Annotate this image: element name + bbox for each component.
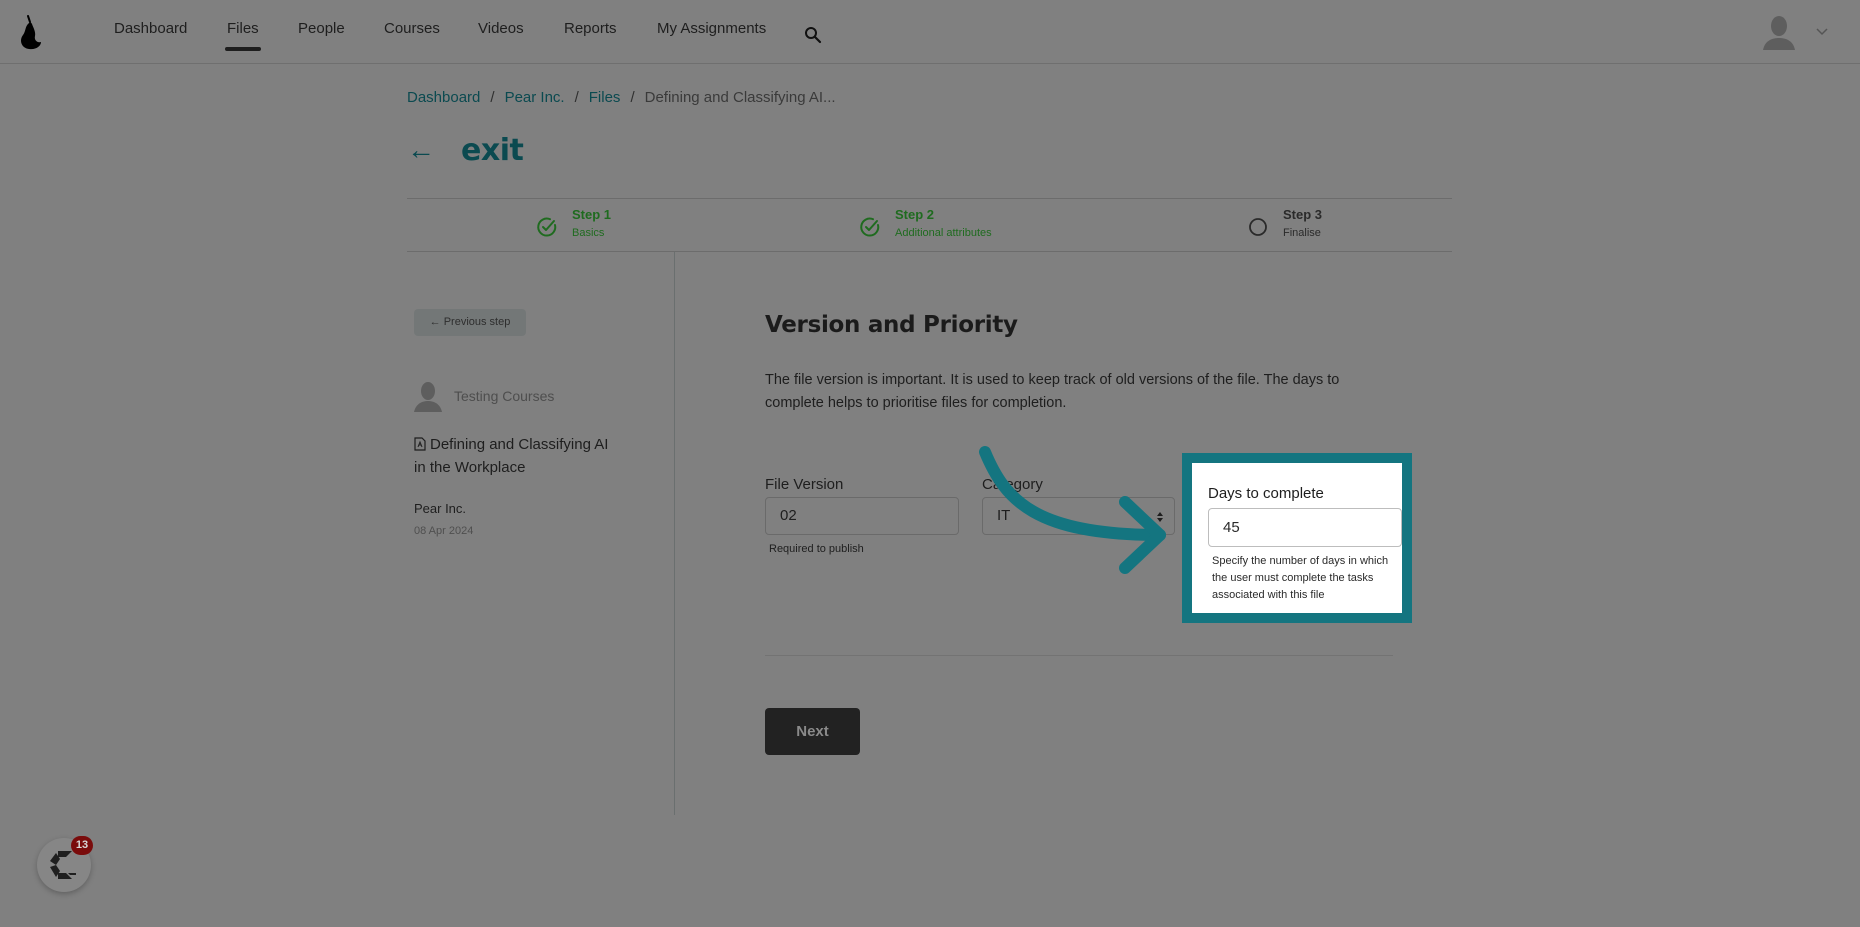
section-title: Version and Priority (765, 312, 1018, 338)
check-circle-icon (537, 217, 557, 237)
step-subtitle: Additional attributes (895, 227, 992, 239)
category-label: Category (982, 476, 1043, 493)
nav-my-assignments[interactable]: My Assignments (657, 20, 766, 37)
breadcrumb-separator: / (574, 89, 579, 106)
file-version-input[interactable]: 02 (765, 497, 959, 535)
days-to-complete-help: Specify the number of days in which the … (1212, 555, 1389, 601)
exit-link[interactable]: ← exit (407, 130, 524, 170)
check-circle-icon (860, 217, 880, 237)
next-button[interactable]: Next (765, 708, 860, 755)
section-description: The file version is important. It is use… (765, 372, 1340, 411)
days-to-complete-group: Days to complete 45 Specify the number o… (1192, 463, 1402, 613)
select-arrows-icon (1157, 512, 1163, 522)
step-subtitle: Finalise (1283, 227, 1321, 239)
user-avatar-icon[interactable] (1763, 14, 1795, 50)
back-arrow-icon[interactable]: ← (407, 134, 447, 166)
previous-step-button[interactable]: ← Previous step (414, 309, 526, 336)
file-owner: Testing Courses (414, 380, 554, 412)
breadcrumb-files[interactable]: Files (589, 89, 621, 106)
pear-logo-icon[interactable] (16, 12, 44, 52)
search-icon[interactable] (804, 26, 822, 44)
stepper-divider (407, 198, 1452, 199)
pdf-file-icon (414, 437, 426, 451)
nav-people[interactable]: People (298, 20, 345, 37)
step-subtitle: Basics (572, 227, 605, 239)
file-version-help: Required to publish (769, 543, 864, 555)
file-title: Defining and Classifying AI in the Workp… (414, 433, 614, 479)
breadcrumb-separator: / (630, 89, 635, 106)
nav-files[interactable]: Files (225, 20, 261, 51)
nav-dashboard[interactable]: Dashboard (114, 20, 187, 37)
category-value: IT (997, 507, 1011, 524)
notification-badge: 13 (71, 836, 93, 855)
owner-name: Testing Courses (454, 388, 555, 404)
highlight-frame: Days to complete 45 Specify the number o… (1182, 453, 1412, 623)
owner-avatar-icon (414, 382, 442, 412)
days-to-complete-input[interactable]: 45 (1208, 508, 1402, 547)
step-3: Step 3 Finalise (1247, 206, 1322, 242)
nav-courses[interactable]: Courses (384, 20, 440, 37)
nav-videos[interactable]: Videos (478, 20, 524, 37)
top-navigation: Dashboard Files People Courses Videos Re… (0, 0, 1860, 64)
form-divider (765, 655, 1393, 656)
organization-name: Pear Inc. (414, 501, 467, 516)
category-select[interactable]: IT (982, 497, 1175, 535)
step-title: Step 1 (572, 207, 612, 222)
breadcrumb-pear-inc[interactable]: Pear Inc. (505, 89, 565, 106)
breadcrumb-current: Defining and Classifying AI... (644, 89, 836, 106)
step-1: Step 1 Basics (536, 206, 611, 242)
breadcrumb: Dashboard / Pear Inc. / Files / Defining and C… (407, 89, 836, 106)
file-date: 08 Apr 2024 (414, 525, 474, 537)
stepper-divider (407, 251, 1452, 252)
empty-circle-icon (1249, 218, 1267, 236)
column-divider (674, 252, 675, 815)
nav-reports[interactable]: Reports (564, 20, 617, 37)
breadcrumb-separator: / (490, 89, 495, 106)
exit-label[interactable]: exit (461, 133, 524, 168)
step-2: Step 2 Additional attributes (859, 206, 992, 242)
step-title: Step 2 (895, 207, 935, 222)
step-title: Step 3 (1283, 207, 1323, 222)
file-title-text: Defining and Classifying AI in the Workp… (414, 436, 609, 476)
chevron-down-icon[interactable] (1816, 28, 1828, 36)
file-version-label: File Version (765, 476, 844, 493)
breadcrumb-dashboard[interactable]: Dashboard (407, 89, 480, 106)
days-to-complete-label: Days to complete (1208, 485, 1324, 502)
